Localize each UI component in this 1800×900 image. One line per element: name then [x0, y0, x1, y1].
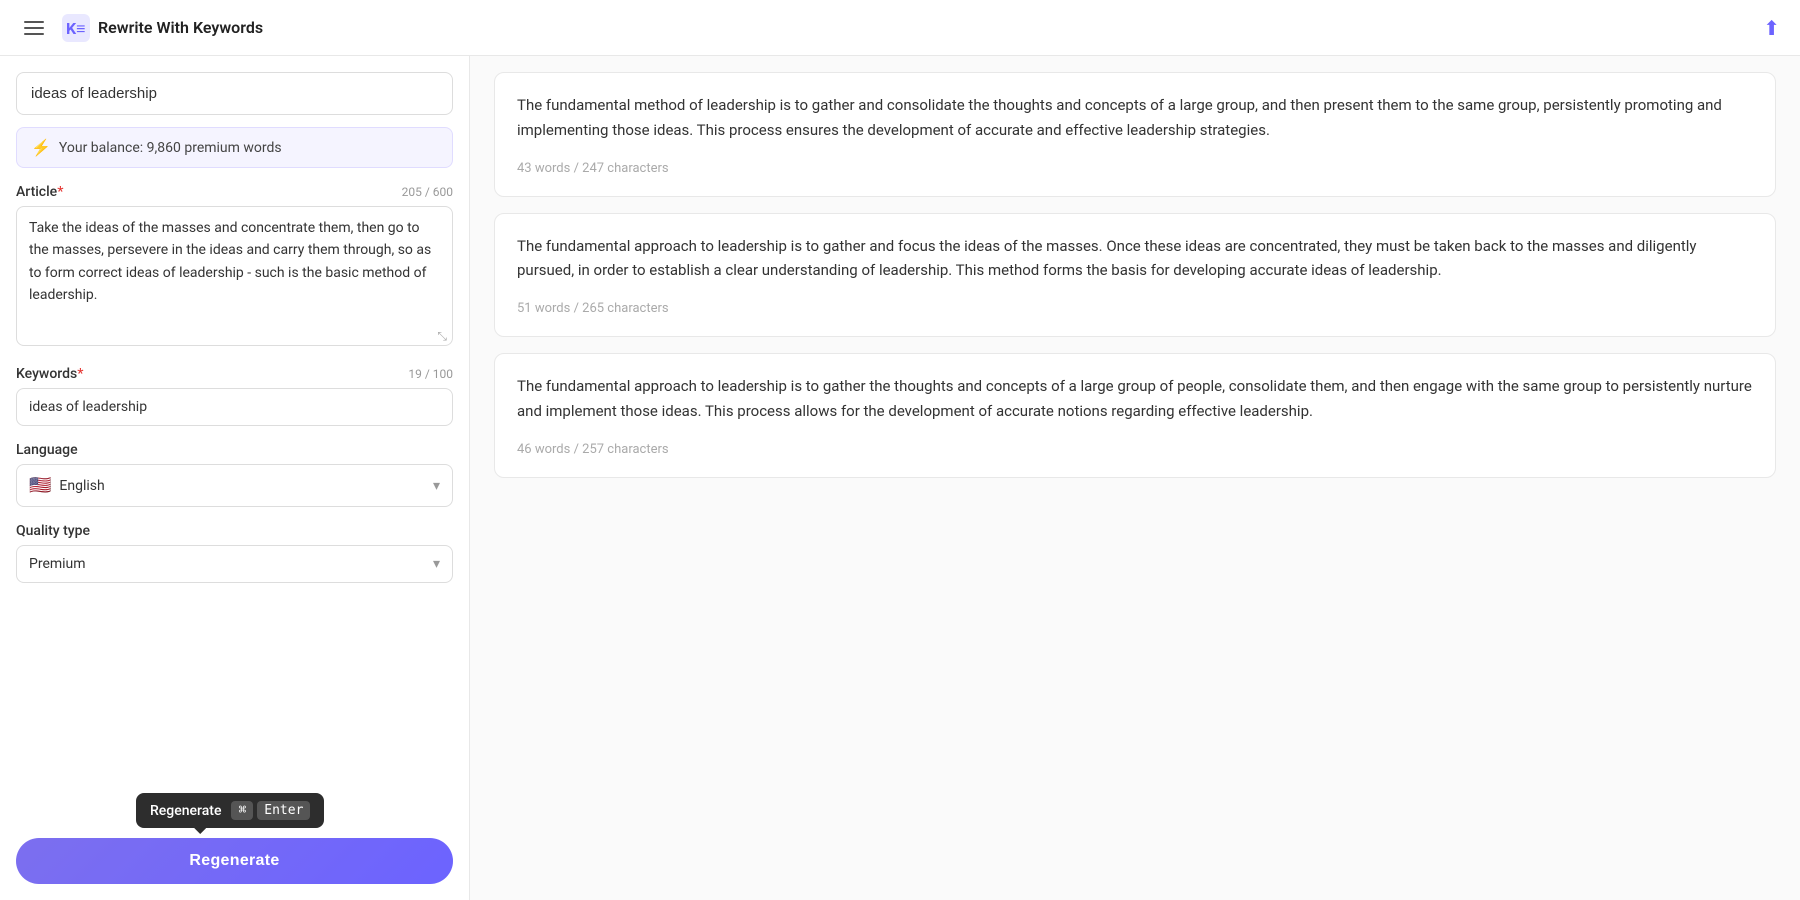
- right-panel: The fundamental method of leadership is …: [470, 56, 1800, 900]
- quality-label: Quality type: [16, 523, 90, 539]
- left-panel: ⚡ Your balance: 9,860 premium words Arti…: [0, 56, 470, 900]
- tooltip-label: Regenerate: [150, 803, 221, 819]
- keywords-label: Keywords*: [16, 366, 83, 382]
- result-card-2: The fundamental approach to leadership i…: [494, 213, 1776, 338]
- language-label-row: Language: [16, 442, 453, 458]
- quality-section: Quality type Premium ▾: [16, 523, 453, 583]
- article-label-row: Article* 205 / 600: [16, 184, 453, 200]
- keywords-counter: 19 / 100: [408, 367, 453, 381]
- language-label: Language: [16, 442, 78, 458]
- chevron-down-icon: ▾: [433, 478, 440, 494]
- language-dropdown-left: 🇺🇸 English: [29, 475, 105, 496]
- article-textarea[interactable]: Take the ideas of the masses and concent…: [16, 206, 453, 346]
- result-text-3: The fundamental approach to leadership i…: [517, 374, 1753, 424]
- topic-input[interactable]: [16, 72, 453, 115]
- keywords-section: Keywords* 19 / 100: [16, 366, 453, 426]
- tooltip-bar: Regenerate ⌘ Enter: [136, 793, 324, 828]
- article-required: *: [57, 184, 63, 200]
- quality-chevron-icon: ▾: [433, 556, 440, 572]
- result-meta-2: 51 words / 265 characters: [517, 301, 669, 316]
- resize-icon: ⤡: [437, 329, 447, 344]
- flag-icon: 🇺🇸: [29, 475, 51, 496]
- language-dropdown[interactable]: 🇺🇸 English ▾: [16, 464, 453, 507]
- logo-area: K≡ Rewrite With Keywords: [62, 14, 263, 42]
- tooltip-arrow: [194, 828, 206, 834]
- article-section: Article* 205 / 600 Take the ideas of the…: [16, 184, 453, 350]
- logo-icon: K≡: [62, 14, 90, 42]
- result-card-3: The fundamental approach to leadership i…: [494, 353, 1776, 478]
- quality-dropdown[interactable]: Premium ▾: [16, 545, 453, 583]
- keywords-input[interactable]: [16, 388, 453, 426]
- regenerate-button[interactable]: Regenerate: [16, 838, 453, 884]
- kbd-cmd: ⌘: [231, 801, 253, 820]
- article-textarea-wrapper: Take the ideas of the masses and concent…: [16, 206, 453, 350]
- tooltip-kbd: ⌘ Enter: [231, 801, 310, 820]
- article-label: Article*: [16, 184, 63, 200]
- lightning-icon: ⚡: [31, 138, 51, 157]
- balance-label: Your balance: 9,860 premium words: [59, 140, 282, 156]
- left-panel-bottom: Regenerate ⌘ Enter Regenerate: [0, 783, 469, 900]
- quality-value: Premium: [29, 556, 86, 572]
- svg-text:K≡: K≡: [66, 19, 86, 38]
- result-meta-1: 43 words / 247 characters: [517, 161, 669, 176]
- kbd-enter: Enter: [257, 801, 310, 820]
- share-button[interactable]: ⬆: [1763, 16, 1780, 40]
- result-card-1: The fundamental method of leadership is …: [494, 72, 1776, 197]
- header-left: K≡ Rewrite With Keywords: [20, 14, 263, 42]
- app-title: Rewrite With Keywords: [98, 18, 263, 37]
- main-layout: ⚡ Your balance: 9,860 premium words Arti…: [0, 56, 1800, 900]
- menu-button[interactable]: [20, 17, 48, 39]
- language-section: Language 🇺🇸 English ▾: [16, 442, 453, 507]
- quality-dropdown-left: Premium: [29, 556, 86, 572]
- result-text-2: The fundamental approach to leadership i…: [517, 234, 1753, 284]
- left-panel-scroll: ⚡ Your balance: 9,860 premium words Arti…: [0, 56, 469, 783]
- keywords-required: *: [77, 366, 83, 382]
- article-counter: 205 / 600: [402, 185, 453, 199]
- keywords-label-row: Keywords* 19 / 100: [16, 366, 453, 382]
- result-meta-3: 46 words / 257 characters: [517, 442, 669, 457]
- balance-box: ⚡ Your balance: 9,860 premium words: [16, 127, 453, 168]
- quality-label-row: Quality type: [16, 523, 453, 539]
- header: K≡ Rewrite With Keywords ⬆: [0, 0, 1800, 56]
- language-value: English: [59, 478, 104, 494]
- tooltip-wrapper: Regenerate ⌘ Enter: [76, 793, 324, 828]
- result-text-1: The fundamental method of leadership is …: [517, 93, 1753, 143]
